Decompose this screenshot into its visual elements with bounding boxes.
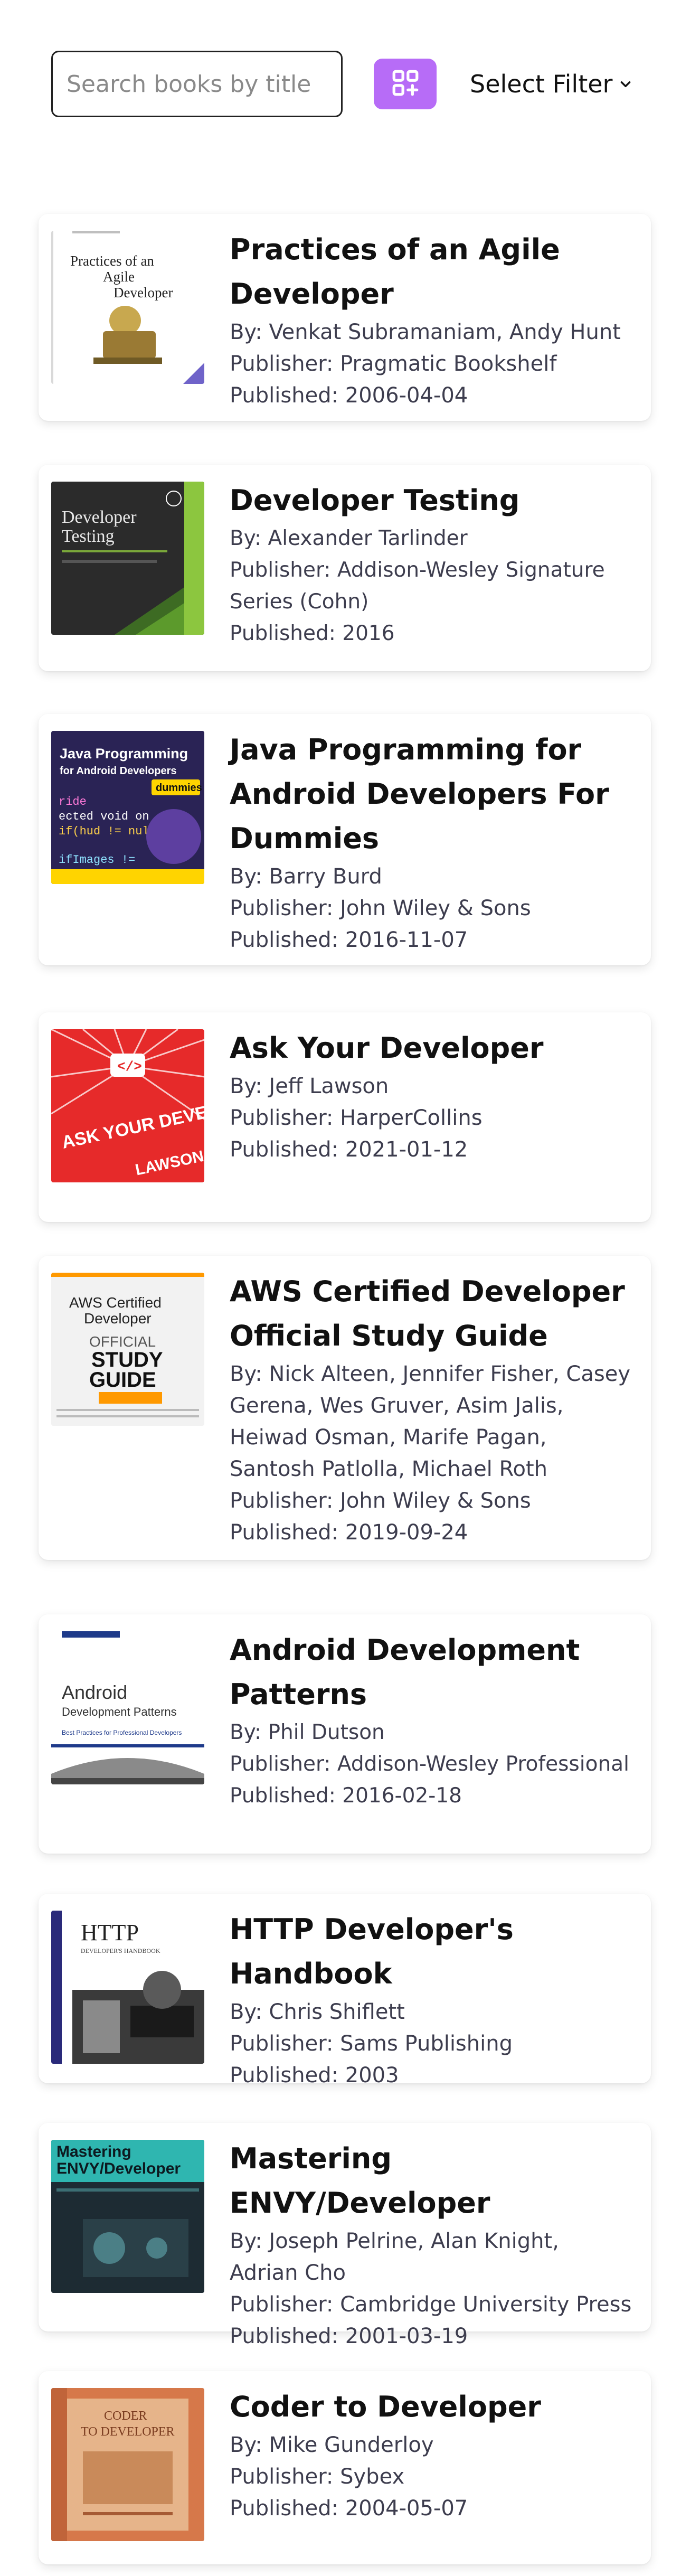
book-published-date: Published: 2006-04-04 (230, 383, 468, 408)
svg-text:AWS Certified: AWS Certified (69, 1294, 162, 1311)
book-title: AWS Certified Developer Official Study G… (230, 1275, 625, 1352)
book-card[interactable]: Java Programming for Android Developers … (39, 714, 651, 965)
svg-text:Practices of an: Practices of an (70, 253, 154, 269)
book-info: Coder to Developer By: Mike Gunderloy Pu… (230, 2388, 632, 2524)
book-cover-image: AWS Certified Developer OFFICIAL STUDY G… (51, 1273, 204, 1426)
view-toggle-button[interactable] (374, 59, 437, 109)
svg-text:Java Programming: Java Programming (60, 746, 188, 761)
svg-text:ride: ride (59, 795, 87, 808)
book-info: HTTP Developer's Handbook By: Chris Shif… (230, 1911, 632, 2091)
book-publisher: Publisher: Pragmatic Bookshelf (230, 352, 557, 376)
filter-select[interactable]: Select Filter (470, 62, 632, 106)
book-title: Ask Your Developer (230, 1031, 544, 1065)
svg-text:dummies: dummies (156, 782, 202, 794)
book-title: Android Development Patterns (230, 1633, 580, 1711)
book-publisher: Publisher: John Wiley & Sons (230, 1489, 531, 1513)
svg-text:if(hud != null: if(hud != null (59, 825, 156, 838)
svg-text:Best Practices for Professiona: Best Practices for Professional Develope… (62, 1729, 182, 1736)
svg-text:</>: </> (117, 1059, 142, 1075)
book-cover-image: CODER TO DEVELOPER (51, 2388, 204, 2541)
book-cover-image: HTTP DEVELOPER'S HANDBOOK (51, 1911, 204, 2064)
book-authors: By: Venkat Subramaniam, Andy Hunt (230, 320, 621, 344)
book-authors: By: Nick Alteen, Jennifer Fisher, Casey … (230, 1362, 630, 1481)
book-publisher: Publisher: Addison-Wesley Signature Seri… (230, 558, 605, 614)
book-title: Mastering ENVY/Developer (230, 2142, 490, 2220)
book-publisher: Publisher: Cambridge University Press (230, 2292, 632, 2317)
book-published-date: Published: 2001-03-19 (230, 2324, 468, 2348)
book-authors: By: Barry Burd (230, 864, 382, 889)
book-card[interactable]: Practices of an Agile Developer Practice… (39, 214, 651, 421)
book-info: Java Programming for Android Developers … (230, 731, 632, 956)
book-title: Practices of an Agile Developer (230, 233, 560, 311)
book-published-date: Published: 2004-05-07 (230, 2496, 468, 2521)
book-publisher: Publisher: Addison-Wesley Professional (230, 1752, 629, 1776)
book-info: AWS Certified Developer Official Study G… (230, 1273, 632, 1548)
svg-text:HTTP: HTTP (81, 1920, 139, 1945)
svg-text:Developer: Developer (114, 285, 173, 300)
svg-text:DEVELOPER'S HANDBOOK: DEVELOPER'S HANDBOOK (81, 1947, 160, 1954)
book-card[interactable]: Developer Testing Developer Testing By: … (39, 465, 651, 671)
book-card[interactable]: HTTP DEVELOPER'S HANDBOOK HTTP Developer… (39, 1894, 651, 2088)
book-publisher: Publisher: Sybex (230, 2465, 405, 2489)
book-cover-image: Java Programming for Android Developers … (51, 731, 204, 884)
book-cover-image: Practices of an Agile Developer (51, 231, 204, 384)
svg-text:TO DEVELOPER: TO DEVELOPER (81, 2425, 175, 2439)
book-title: Developer Testing (230, 484, 520, 517)
search-input[interactable] (51, 51, 343, 117)
book-card[interactable]: Android Development Patterns Best Practi… (39, 1614, 651, 1854)
svg-text:ENVY/Developer: ENVY/Developer (56, 2160, 181, 2177)
book-cover-image: Android Development Patterns Best Practi… (51, 1631, 204, 1784)
svg-text:ifImages !=: ifImages != (59, 853, 135, 867)
book-authors: By: Phil Dutson (230, 1721, 385, 1744)
book-published-date: Published: 2016 (230, 622, 395, 645)
filter-select-label: Select Filter (470, 70, 613, 98)
svg-text:Development Patterns: Development Patterns (62, 1705, 177, 1718)
book-published-date: Published: 2003 (230, 2063, 399, 2088)
book-published-date: Published: 2021-01-12 (230, 1137, 468, 1162)
svg-text:Developer: Developer (62, 507, 137, 527)
svg-text:ected void on: ected void on (59, 810, 149, 823)
book-card[interactable]: </> ASK YOUR DEVELOPER LAWSON Ask Your D… (39, 1012, 651, 1222)
svg-text:GUIDE: GUIDE (89, 1368, 156, 1392)
book-publisher: Publisher: HarperCollins (230, 1106, 483, 1130)
book-authors: By: Alexander Tarlinder (230, 527, 468, 550)
svg-text:Android: Android (62, 1681, 127, 1703)
toolbar: Select Filter (0, 0, 681, 158)
book-publisher: Publisher: John Wiley & Sons (230, 896, 531, 920)
book-authors: By: Mike Gunderloy (230, 2433, 434, 2457)
book-cover-image: </> ASK YOUR DEVELOPER LAWSON (51, 1029, 204, 1182)
book-publisher: Publisher: Sams Publishing (230, 2032, 513, 2056)
book-published-date: Published: 2019-09-24 (230, 1520, 468, 1545)
book-authors: By: Chris Shiflett (230, 2000, 405, 2024)
book-info: Mastering ENVY/Developer By: Joseph Pelr… (230, 2140, 632, 2352)
book-card[interactable]: Mastering ENVY/Developer Mastering ENVY/… (39, 2123, 651, 2348)
book-authors: By: Joseph Pelrine, Alan Knight, Adrian … (230, 2229, 559, 2285)
book-title: HTTP Developer's Handbook (230, 1913, 514, 1990)
book-authors: By: Jeff Lawson (230, 1074, 389, 1098)
book-info: Practices of an Agile Developer By: Venk… (230, 231, 632, 411)
book-info: Ask Your Developer By: Jeff Lawson Publi… (230, 1029, 632, 1165)
book-info: Developer Testing By: Alexander Tarlinde… (230, 482, 632, 650)
grid-add-icon (390, 68, 421, 100)
book-published-date: Published: 2016-02-18 (230, 1784, 462, 1808)
svg-text:Mastering: Mastering (56, 2143, 131, 2160)
svg-text:Agile: Agile (103, 269, 135, 285)
svg-text:Testing: Testing (62, 527, 115, 546)
book-cover-image: Mastering ENVY/Developer (51, 2140, 204, 2293)
svg-text:for Android Developers: for Android Developers (60, 765, 177, 777)
chevron-down-icon (619, 77, 632, 91)
book-card[interactable]: AWS Certified Developer OFFICIAL STUDY G… (39, 1256, 651, 1560)
book-cover-image: Developer Testing (51, 482, 204, 635)
svg-text:Developer: Developer (84, 1310, 152, 1327)
book-search-page: Select Filter Practices of an Agile Deve… (0, 0, 681, 2576)
book-info: Android Development Patterns By: Phil Du… (230, 1631, 632, 1812)
book-card[interactable]: CODER TO DEVELOPER Coder to Developer By… (39, 2371, 651, 2564)
svg-text:CODER: CODER (104, 2409, 147, 2423)
book-title: Java Programming for Android Developers … (230, 733, 609, 855)
svg-text:OFFICIAL: OFFICIAL (89, 1333, 156, 1350)
book-published-date: Published: 2016-11-07 (230, 928, 468, 952)
book-title: Coder to Developer (230, 2390, 541, 2423)
